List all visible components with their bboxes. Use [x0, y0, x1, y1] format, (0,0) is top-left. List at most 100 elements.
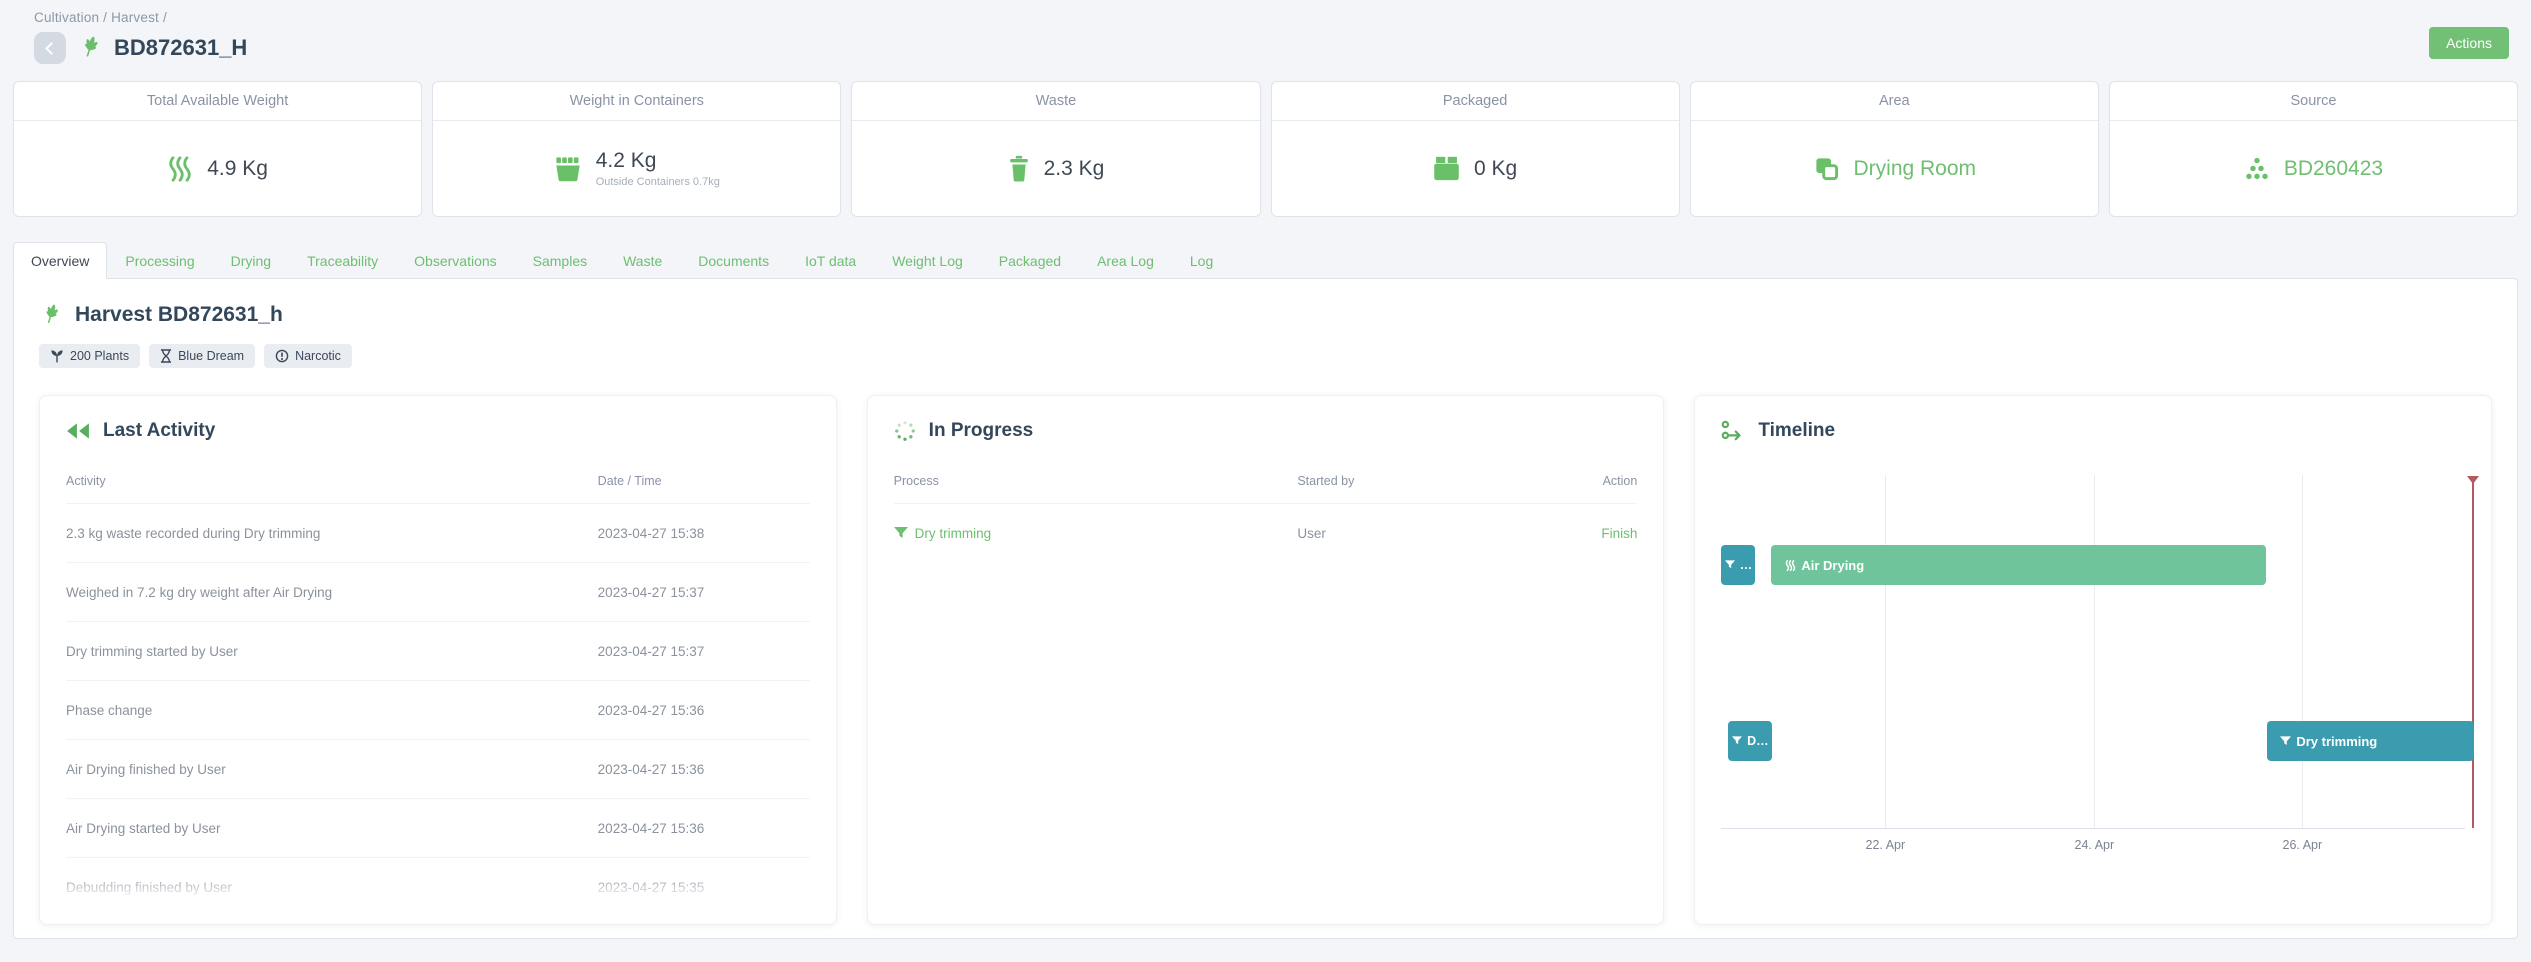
tab-documents[interactable]: Documents [680, 242, 787, 279]
plant-icon [50, 349, 64, 363]
activity-datetime: 2023-04-27 15:35 [598, 880, 810, 895]
activity-text: Air Drying finished by User [66, 762, 598, 777]
tab-processing[interactable]: Processing [107, 242, 212, 279]
gridline [2094, 475, 2095, 828]
breadcrumb[interactable]: Cultivation / Harvest / [34, 10, 2509, 25]
activity-row: Weighed in 7.2 kg dry weight after Air D… [66, 562, 810, 621]
stats-row: Total Available Weight 4.9 Kg Weight in … [13, 81, 2518, 217]
timeline-bar-collapsed-debudding[interactable]: D… [1728, 721, 1772, 761]
cannabis-leaf-icon [39, 303, 63, 327]
hourglass-icon [160, 349, 172, 363]
today-marker-line [2472, 478, 2474, 828]
narcotic-badge: Narcotic [264, 344, 352, 368]
tab-bar: Overview Processing Drying Traceability … [13, 242, 2518, 278]
harvest-detail-page: Cultivation / Harvest / BD872631_H Actio… [0, 0, 2531, 962]
gridline [2302, 475, 2303, 828]
activity-text: Weighed in 7.2 kg dry weight after Air D… [66, 585, 598, 600]
badges-row: 200 Plants Blue Dream [39, 344, 2492, 368]
rewind-icon [66, 421, 90, 441]
activity-text: Dry trimming started by User [66, 644, 598, 659]
drying-waves-icon [1785, 559, 1796, 572]
container-icon [554, 156, 582, 182]
tab-samples[interactable]: Samples [515, 242, 605, 279]
stat-subtext: Outside Containers 0.7kg [596, 176, 720, 188]
timeline-bar-collapsed[interactable]: … [1721, 545, 1755, 585]
cannabis-leaf-icon [77, 35, 103, 61]
stat-label: Source [2110, 82, 2517, 121]
chevron-left-icon [45, 42, 58, 55]
activity-text: Phase change [66, 703, 598, 718]
gridline [1885, 475, 1886, 828]
activity-datetime: 2023-04-27 15:36 [598, 821, 810, 836]
activity-row: Dry trimming started by User 2023-04-27 … [66, 621, 810, 680]
activity-datetime: 2023-04-27 15:37 [598, 644, 810, 659]
activity-text: Air Drying started by User [66, 821, 598, 836]
tab-observations[interactable]: Observations [396, 242, 514, 279]
stat-label: Weight in Containers [433, 82, 840, 121]
activity-text: 2.3 kg waste recorded during Dry trimmin… [66, 526, 598, 541]
strain-badge: Blue Dream [149, 344, 255, 368]
timeline-bar-dry-trimming[interactable]: Dry trimming [2267, 721, 2474, 761]
column-datetime: Date / Time [598, 474, 810, 488]
activity-datetime: 2023-04-27 15:38 [598, 526, 810, 541]
badge-label: Narcotic [295, 349, 341, 363]
tab-iot-data[interactable]: IoT data [787, 242, 874, 279]
stat-card-waste: Waste 2.3 Kg [851, 81, 1260, 217]
tab-waste[interactable]: Waste [605, 242, 680, 279]
axis-tick-label: 24. Apr [2075, 838, 2115, 852]
stat-value: 4.9 Kg [207, 157, 268, 181]
tab-area-log[interactable]: Area Log [1079, 242, 1172, 279]
timeline-axis: 22. Apr 24. Apr 26. Apr [1721, 829, 2465, 859]
funnel-icon [2280, 736, 2291, 747]
last-activity-card: Last Activity Activity Date / Time 2.3 k… [39, 395, 837, 925]
card-title: In Progress [929, 420, 1034, 442]
card-title: Last Activity [103, 420, 215, 442]
activity-row: 2.3 kg waste recorded during Dry trimmin… [66, 503, 810, 562]
activity-datetime: 2023-04-27 15:36 [598, 703, 810, 718]
stat-card-area: Area Drying Room [1690, 81, 2099, 217]
drying-waves-icon [167, 155, 193, 183]
actions-button[interactable]: Actions [2429, 27, 2509, 59]
tab-packaged[interactable]: Packaged [981, 242, 1079, 279]
activity-row: Debudding finished by User 2023-04-27 15… [66, 857, 810, 916]
timeline-chart: … Air Drying D… [1721, 472, 2465, 829]
source-link[interactable]: BD260423 [2284, 157, 2383, 181]
badge-label: Blue Dream [178, 349, 244, 363]
stat-label: Area [1691, 82, 2098, 121]
in-progress-row: Dry trimming User Finish [894, 503, 1638, 562]
in-progress-card: In Progress Process Started by Action Dr… [867, 395, 1665, 925]
column-started-by: Started by [1297, 474, 1547, 488]
stat-label: Packaged [1272, 82, 1679, 121]
tab-drying[interactable]: Drying [213, 242, 289, 279]
overview-panel: Harvest BD872631_h 200 Plants [13, 278, 2518, 939]
process-link[interactable]: Dry trimming [894, 526, 1298, 541]
tab-log[interactable]: Log [1172, 242, 1231, 279]
area-link[interactable]: Drying Room [1854, 157, 1977, 181]
activity-row: Air Drying finished by User 2023-04-27 1… [66, 739, 810, 798]
package-icon [1433, 156, 1460, 181]
column-activity: Activity [66, 474, 598, 488]
funnel-icon [1725, 560, 1735, 570]
stat-value: 2.3 Kg [1044, 157, 1105, 181]
started-by: User [1297, 526, 1547, 541]
stat-label: Total Available Weight [14, 82, 421, 121]
stat-label: Waste [852, 82, 1259, 121]
trash-icon [1008, 155, 1030, 182]
page-header: Cultivation / Harvest / BD872631_H Actio… [0, 0, 2531, 64]
finish-link[interactable]: Finish [1547, 526, 1637, 541]
axis-tick-label: 26. Apr [2283, 838, 2323, 852]
spinner-icon [894, 420, 916, 442]
activity-text: Debudding finished by User [66, 880, 598, 895]
stat-value: 0 Kg [1474, 157, 1517, 181]
activity-row: Air Drying started by User 2023-04-27 15… [66, 798, 810, 857]
timeline-bar-air-drying[interactable]: Air Drying [1771, 545, 2266, 585]
narcotic-icon [275, 349, 289, 363]
column-process: Process [894, 474, 1298, 488]
tab-weight-log[interactable]: Weight Log [874, 242, 981, 279]
tab-traceability[interactable]: Traceability [289, 242, 396, 279]
source-icon [2244, 156, 2270, 182]
stat-card-total-available-weight: Total Available Weight 4.9 Kg [13, 81, 422, 217]
back-button[interactable] [34, 32, 66, 64]
tab-overview[interactable]: Overview [13, 242, 107, 279]
workflow-icon [1721, 420, 1745, 442]
